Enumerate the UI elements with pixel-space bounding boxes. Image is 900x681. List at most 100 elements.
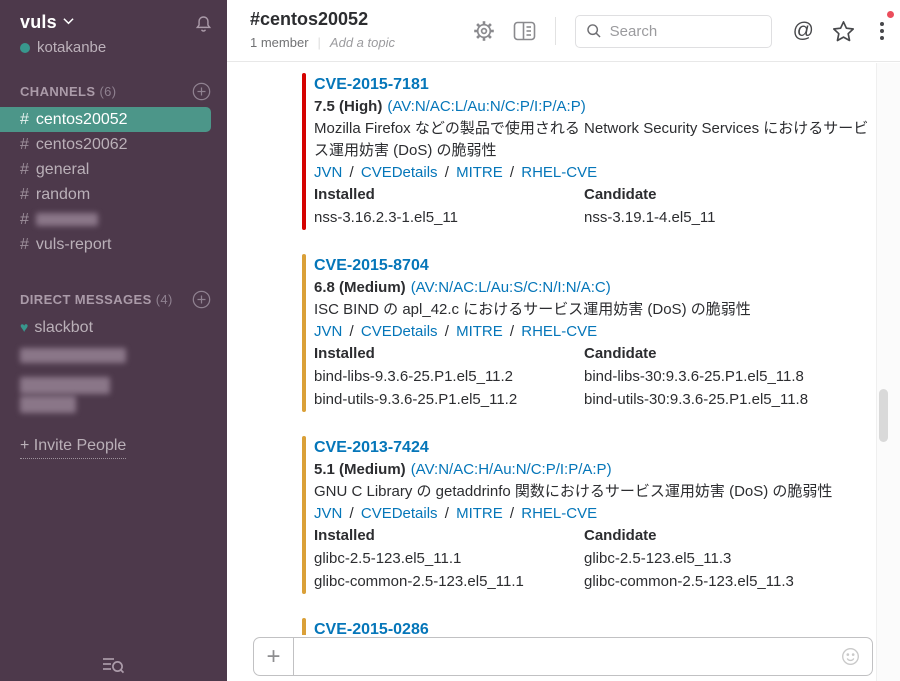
sidebar-item-channel-centos20062[interactable]: #centos20062 [0,132,227,157]
message-CVE-2015-8704: CVE-2015-8704 6.8 (Medium) (AV:N/AC:L/Au:S… [302,252,874,414]
starred-items-icon[interactable] [831,19,856,44]
search-input[interactable] [610,23,760,40]
sidebar-item-channel-centos20052[interactable]: #centos20052 [0,107,211,132]
header-separator: | [318,35,321,50]
mentions-at-icon[interactable]: @ [793,19,814,43]
cve-summary: ISC BIND の apl_42.c におけるサービス運用妨害 (DoS) の… [314,299,874,321]
cvss-vector-link[interactable]: (AV:N/AC:L/Au:S/C:N/I:N/A:C) [411,279,611,296]
reference-links: JVN / CVEDetails / MITRE / RHEL-CVE [314,321,874,343]
link-jvn[interactable]: JVN [314,164,342,181]
add-dm-icon[interactable] [192,290,211,309]
link-rhel-cve[interactable]: RHEL-CVE [521,323,597,340]
link-jvn[interactable]: JVN [314,323,342,340]
notification-badge-dot [887,11,894,18]
sidebar-item-dm-slackbot[interactable]: ♥slackbot [0,315,227,340]
installed-column: Installednss-3.16.2.3-1.el5_11 [314,184,584,229]
link-separator: / [506,505,519,522]
link-cvedetails[interactable]: CVEDetails [361,505,438,522]
cve-link[interactable]: CVE-2013-7424 [314,437,874,459]
link-separator: / [506,323,519,340]
channel-settings-gear-icon[interactable] [472,19,496,43]
team-name[interactable]: vuls [20,12,57,33]
quick-search-list-icon[interactable] [99,653,127,677]
dms-header[interactable]: DIRECT MESSAGES (4) [0,290,227,309]
add-topic-button[interactable]: Add a topic [330,35,395,50]
severity-line: 7.5 (High)(AV:N/AC:L/Au:N/C:P/I:P/A:P) [314,96,874,118]
channel-name: centos20062 [36,132,128,157]
notifications-bell-icon[interactable] [194,14,213,35]
cvss-vector-link[interactable]: (AV:N/AC:H/Au:N/C:P/I:P/A:P) [411,461,612,478]
sidebar-item-channel-vuls-report[interactable]: #vuls-report [0,232,227,257]
installed-package: glibc-2.5-123.el5_11.1 [314,547,584,570]
cve-link[interactable]: CVE-2015-7181 [314,74,874,96]
channel-title[interactable]: #centos20052 [250,9,395,30]
redacted-channel-name [36,213,98,226]
emoji-picker-icon[interactable] [841,638,872,675]
member-count[interactable]: 1 member [250,35,309,50]
cve-summary: Mozilla Firefox などの製品で使用される Network Secu… [314,118,874,162]
add-channel-icon[interactable] [192,82,211,101]
candidate-package: bind-libs-30:9.3.6-25.P1.el5_11.8 [584,365,854,388]
search-box[interactable] [575,15,772,48]
link-mitre[interactable]: MITRE [456,323,503,340]
channels-header[interactable]: CHANNELS (6) [0,82,227,101]
sidebar-item-dm-blurred[interactable] [0,340,227,365]
link-rhel-cve[interactable]: RHEL-CVE [521,505,597,522]
sidebar-item-channel-blurred[interactable]: # [0,207,227,232]
flexpane-toggle-icon[interactable] [512,19,537,43]
candidate-package: glibc-2.5-123.el5_11.3 [584,547,854,570]
link-separator: / [345,505,358,522]
link-mitre[interactable]: MITRE [456,164,503,181]
package-columns: Installedbind-libs-9.3.6-25.P1.el5_11.2b… [314,343,874,411]
sidebar-item-dm-blurred[interactable] [0,377,227,413]
link-jvn[interactable]: JVN [314,505,342,522]
candidate-package: nss-3.19.1-4.el5_11 [584,206,854,229]
candidate-package: bind-utils-30:9.3.6-25.P1.el5_11.8 [584,388,854,411]
installed-label: Installed [314,343,584,365]
link-cvedetails[interactable]: CVEDetails [361,323,438,340]
more-options-kebab-icon[interactable] [872,14,892,48]
header-divider [555,17,556,45]
current-user[interactable]: kotakanbe [0,35,227,56]
candidate-column: Candidatebind-libs-30:9.3.6-25.P1.el5_11… [584,343,854,411]
link-cvedetails[interactable]: CVEDetails [361,164,438,181]
heart-icon: ♥ [20,315,28,340]
cve-link[interactable]: CVE-2015-8704 [314,255,874,277]
message-composer[interactable]: + [253,637,873,676]
reference-links: JVN / CVEDetails / MITRE / RHEL-CVE [314,503,874,525]
redacted-dm-name [20,396,76,413]
candidate-label: Candidate [584,525,854,547]
dms-count: (4) [156,292,173,307]
hash-icon: # [20,157,29,182]
installed-package: glibc-common-2.5-123.el5_11.1 [314,570,584,593]
severity-score: 6.8 (Medium) [314,279,406,296]
scrollbar-thumb[interactable] [879,389,888,442]
attach-file-plus-button[interactable]: + [254,638,294,675]
package-columns: Installedglibc-2.5-123.el5_11.1glibc-com… [314,525,874,593]
link-separator: / [441,164,454,181]
candidate-label: Candidate [584,184,854,206]
invite-people-label: + Invite People [20,437,126,454]
installed-column: Installedglibc-2.5-123.el5_11.1glibc-com… [314,525,584,593]
hash-icon: # [20,107,29,132]
candidate-label: Candidate [584,343,854,365]
installed-package: bind-libs-9.3.6-25.P1.el5_11.2 [314,365,584,388]
message-input[interactable] [294,638,841,675]
message-list: CVE-2015-71817.5 (High)(AV:N/AC:L/Au:N/C… [227,63,874,681]
team-menu[interactable]: vuls [0,0,227,35]
hash-icon: # [20,207,29,232]
cvss-vector-link[interactable]: (AV:N/AC:L/Au:N/C:P/I:P/A:P) [387,98,585,115]
invite-people-button[interactable]: + Invite People [20,437,126,459]
scrollbar-track[interactable] [876,63,900,681]
dm-name: slackbot [34,315,93,340]
sidebar-item-channel-random[interactable]: #random [0,182,227,207]
sidebar-item-channel-general[interactable]: #general [0,157,227,182]
search-icon [586,23,602,39]
link-mitre[interactable]: MITRE [456,505,503,522]
installed-package: nss-3.16.2.3-1.el5_11 [314,206,584,229]
channel-name: vuls-report [36,232,112,257]
channels-count: (6) [99,84,116,99]
severity-bar [302,254,306,412]
sidebar: vuls kotakanbe CHANNELS (6) #centos20052… [0,0,227,681]
link-rhel-cve[interactable]: RHEL-CVE [521,164,597,181]
